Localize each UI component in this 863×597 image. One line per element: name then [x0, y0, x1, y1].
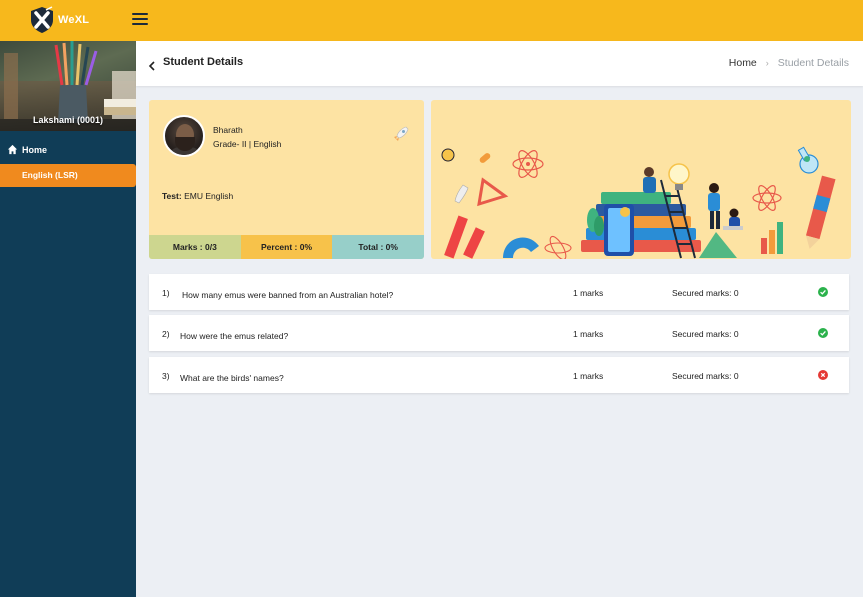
total-stat: Total : 0% [332, 235, 424, 259]
question-text: What are the birds' names? [180, 373, 284, 383]
question-row-1[interactable]: 1) How many emus were banned from an Aus… [149, 274, 849, 310]
question-number: 1) [162, 288, 170, 298]
question-row-2[interactable]: 2) How were the emus related? 1 marks Se… [149, 315, 849, 351]
student-card: Bharath Grade- II | English Test: EMU En… [149, 100, 424, 259]
breadcrumb: Home › Student Details [729, 57, 849, 69]
student-name: Bharath [213, 125, 243, 135]
top-bar: WeXL [0, 0, 863, 41]
score-summary: Marks : 0/3 Percent : 0% Total : 0% [149, 235, 424, 259]
page-title: Student Details [163, 56, 244, 68]
secured-marks: Secured marks: 0 [672, 371, 739, 381]
secured-marks: Secured marks: 0 [672, 288, 739, 298]
question-row-3[interactable]: 3) What are the birds' names? 1 marks Se… [149, 357, 849, 393]
test-label: Test: [162, 191, 182, 201]
sidebar: Lakshami (0001) Home English (LSR) [0, 41, 136, 597]
marks-stat: Marks : 0/3 [149, 235, 241, 259]
page-header: Student Details Home › Student Details [136, 41, 863, 86]
rocket-icon [391, 124, 411, 144]
percent-stat: Percent : 0% [240, 235, 333, 259]
menu-toggle-icon[interactable] [132, 13, 148, 27]
logo-text: WeXL [58, 14, 90, 26]
question-number: 3) [162, 371, 170, 381]
wexl-logo[interactable]: WeXL [28, 4, 92, 36]
home-icon [7, 144, 18, 155]
question-marks: 1 marks [573, 288, 604, 298]
student-grade: Grade- II | English [213, 139, 282, 149]
back-chevron-icon[interactable] [148, 58, 156, 71]
question-marks: 1 marks [573, 329, 604, 339]
profile-name: Lakshami (0001) [32, 115, 104, 125]
sidebar-item-home[interactable]: Home [7, 144, 47, 155]
sidebar-item-english-lsr[interactable]: English (LSR) [0, 164, 136, 187]
test-name: EMU English [184, 191, 234, 201]
question-number: 2) [162, 329, 170, 339]
education-illustration [431, 100, 851, 259]
breadcrumb-current: Student Details [777, 57, 849, 69]
check-circle-icon [818, 287, 828, 297]
profile-banner: Lakshami (0001) [0, 41, 136, 131]
sidebar-item-home-label: Home [22, 144, 48, 155]
secured-marks: Secured marks: 0 [672, 329, 739, 339]
breadcrumb-home-link[interactable]: Home [729, 57, 757, 69]
question-text: How many emus were banned from an Austra… [182, 290, 394, 300]
breadcrumb-chevron-icon: › [765, 58, 769, 68]
check-circle-icon [818, 328, 828, 338]
question-marks: 1 marks [573, 371, 604, 381]
logo-shield-icon [28, 6, 56, 34]
cross-circle-icon [818, 370, 828, 380]
student-avatar [163, 115, 205, 157]
question-text: How were the emus related? [180, 331, 289, 341]
test-info: Test: EMU English [162, 191, 233, 201]
